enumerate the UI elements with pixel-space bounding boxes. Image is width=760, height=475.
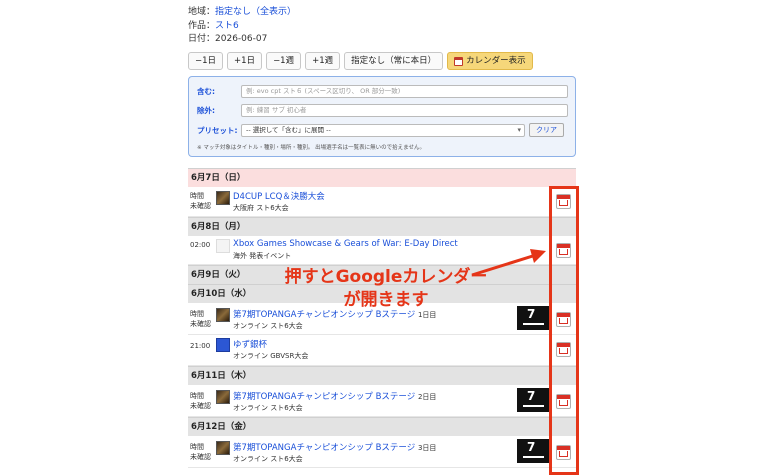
event-subtitle: オンライン GBVSR大会	[233, 352, 309, 360]
event-time: 時間 未確認	[190, 310, 211, 328]
event-title-link[interactable]: 第7期TOPANGAチャンピオンシップ Bステージ 2日目	[233, 390, 436, 402]
include-input[interactable]: 例: evo cpt スト６ (スペース区切り、 OR 部分一致)	[241, 85, 568, 98]
event-time: 21:00	[190, 342, 211, 350]
event-row: 21:00 ゆず銀杯 オンライン GBVSR大会	[188, 335, 576, 366]
event-thumbnail	[216, 441, 230, 455]
calendar-view-label: カレンダー表示	[466, 56, 526, 66]
region-row: 地域：指定なし（全表示）	[188, 6, 296, 20]
title-row: 作品：スト6	[188, 20, 296, 34]
clear-button[interactable]: クリア	[529, 123, 564, 137]
event-subtitle: 大阪府 スト6大会	[233, 204, 289, 212]
day-header: 6月12日（金）	[188, 417, 576, 436]
annotation-line-2: が開きます	[343, 290, 429, 310]
event-row: 時間 未確認 第7期TOPANGAチャンピオンシップ Bステージ 2日目 オンライ…	[188, 385, 576, 417]
include-label: 含む:	[197, 87, 215, 96]
tournament-banner	[517, 306, 550, 330]
tournament-banner	[517, 388, 550, 412]
title-link[interactable]: スト6	[215, 21, 239, 31]
minus-day-button[interactable]: −1日	[188, 52, 224, 70]
filter-note: ※ マッチ対象はタイトル・種別・場所・種別。 出場選手名は一覧表に無いので拾えま…	[197, 145, 425, 151]
plus-day-button[interactable]: +1日	[227, 52, 263, 70]
event-row: 時間 未確認 D4CUP LCQ＆決勝大会 大阪府 スト6大会	[188, 187, 576, 217]
day-header: 6月11日（木）	[188, 366, 576, 385]
plus-week-button[interactable]: +1週	[305, 52, 341, 70]
event-time: 時間 未確認	[190, 192, 211, 210]
event-list: 6月7日（日） 時間 未確認 D4CUP LCQ＆決勝大会 大阪府 スト6大会 6…	[188, 168, 576, 468]
event-thumbnail	[216, 308, 230, 322]
event-title-link[interactable]: Xbox Games Showcase & Gears of War: E-Da…	[233, 239, 458, 249]
event-thumbnail	[216, 338, 230, 352]
search-meta: 地域：指定なし（全表示） 作品：スト6 日付：2026-06-07	[188, 6, 296, 47]
event-title-link[interactable]: ゆず銀杯	[233, 338, 267, 350]
region-link[interactable]: 指定なし（全表示）	[215, 7, 296, 17]
exclude-row: 除外: 例: 練習 サブ 初心者	[197, 104, 568, 117]
preset-label: プリセット:	[197, 125, 238, 135]
include-row: 含む: 例: evo cpt スト６ (スペース区切り、 OR 部分一致)	[197, 85, 568, 98]
highlight-box	[549, 186, 579, 475]
day-header: 6月8日（月）	[188, 217, 576, 236]
event-subtitle: オンライン スト6大会	[233, 322, 303, 330]
day-header: 6月7日（日）	[188, 168, 576, 187]
date-row: 日付：2026-06-07	[188, 33, 296, 47]
event-time: 時間 未確認	[190, 443, 211, 461]
preset-row: プリセット: -- 選択して「含む」に展開 -- クリア	[197, 123, 564, 137]
date-value: 2026-06-07	[215, 34, 268, 44]
filter-panel: 含む: 例: evo cpt スト６ (スペース区切り、 OR 部分一致) 除外…	[188, 76, 576, 157]
exclude-input[interactable]: 例: 練習 サブ 初心者	[241, 104, 568, 117]
event-title-link[interactable]: 第7期TOPANGAチャンピオンシップ Bステージ 3日目	[233, 441, 436, 453]
event-thumbnail	[216, 390, 230, 404]
date-navigation: −1日 +1日 −1週 +1週 指定なし（常に本日） カレンダー表示	[188, 52, 533, 70]
event-time: 時間 未確認	[190, 392, 211, 410]
event-time: 02:00	[190, 241, 211, 249]
event-subtitle: オンライン スト6大会	[233, 404, 303, 412]
event-thumbnail	[216, 191, 230, 205]
event-subtitle: 海外 発表イベント	[233, 252, 292, 260]
calendar-view-button[interactable]: カレンダー表示	[447, 52, 533, 70]
preset-select[interactable]: -- 選択して「含む」に展開 --	[241, 123, 525, 137]
annotation-arrow-icon	[471, 249, 546, 277]
event-row: 時間 未確認 第7期TOPANGAチャンピオンシップ Bステージ 3日目 オンライ…	[188, 436, 576, 468]
tournament-banner	[517, 439, 550, 463]
event-subtitle: オンライン スト6大会	[233, 455, 303, 463]
title-label: 作品：	[188, 20, 216, 31]
region-label: 地域：	[188, 7, 216, 17]
date-label: 日付：	[188, 34, 216, 44]
exclude-label: 除外:	[197, 106, 215, 115]
unset-date-button[interactable]: 指定なし（常に本日）	[344, 52, 444, 70]
minus-week-button[interactable]: −1週	[266, 52, 302, 70]
event-title-link[interactable]: D4CUP LCQ＆決勝大会	[233, 190, 325, 202]
event-thumbnail	[216, 239, 230, 253]
calendar-icon	[454, 56, 464, 66]
